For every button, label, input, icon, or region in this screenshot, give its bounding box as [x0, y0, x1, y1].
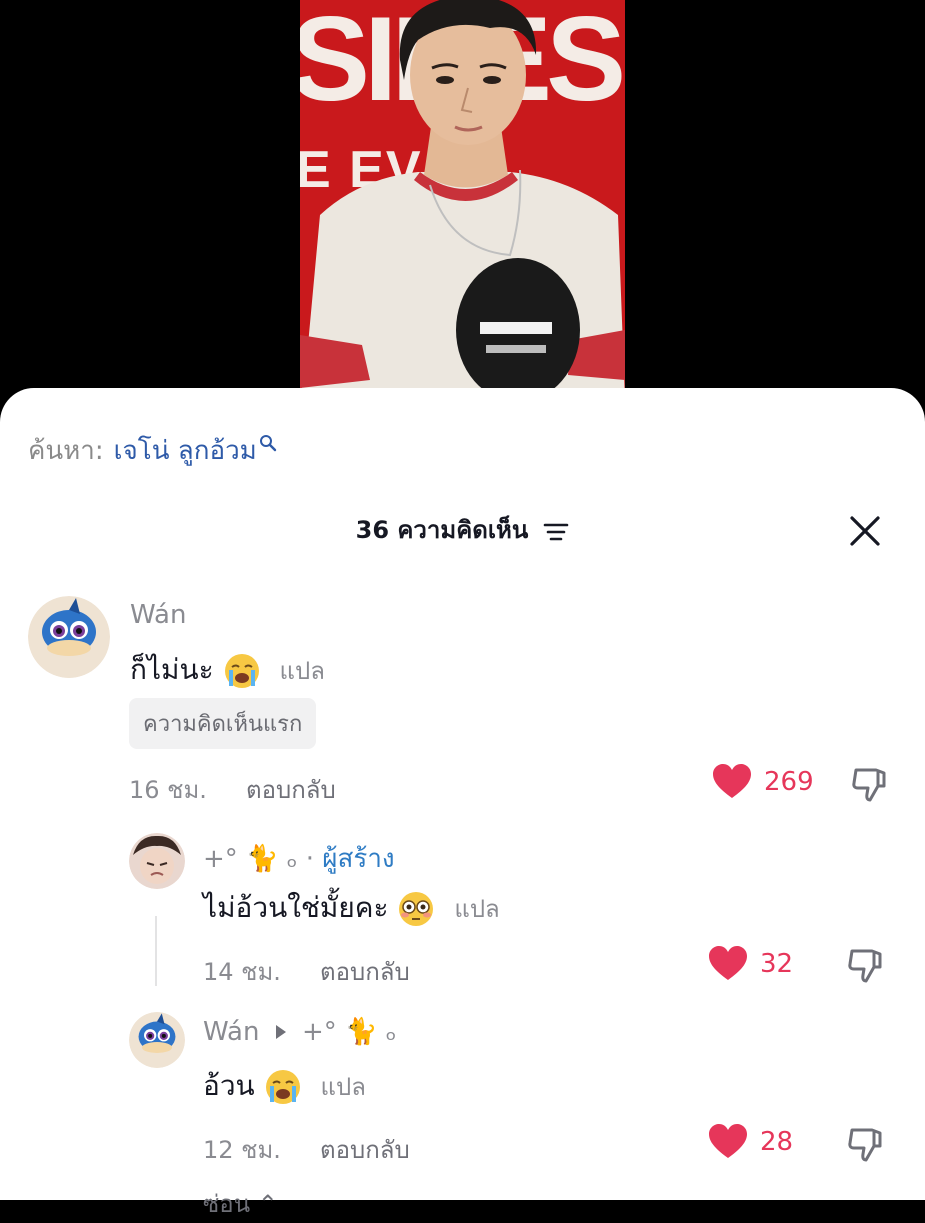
reply-text-row: ไม่อ้วนใช่มั้ยคะ แปล: [203, 886, 500, 930]
reply-timestamp: 14 ชม.: [203, 958, 281, 986]
reply-username-row: Wán +° 🐈 ₒ: [203, 1017, 396, 1047]
separator-dot: ·: [305, 844, 314, 874]
flushed-face-icon: [399, 892, 434, 926]
translate-link[interactable]: แปล: [454, 895, 499, 923]
heart-icon: [713, 764, 751, 798]
reply-username[interactable]: +° 🐈 ₒ: [203, 844, 297, 874]
thumbs-down-icon[interactable]: [846, 945, 886, 985]
reply-arrow-icon: [275, 1025, 286, 1039]
search-suggestion[interactable]: ค้นหา: เจโน่ ลูกอ้วม: [28, 430, 277, 471]
crying-face-icon: [265, 1070, 300, 1104]
heart-icon: [709, 946, 747, 980]
hide-replies-button[interactable]: ซ่อน ⌃: [203, 1184, 278, 1223]
reply-text: ไม่อ้วนใช่มั้ยคะ: [203, 891, 389, 924]
video-thumbnail: SIDES E EV: [300, 0, 625, 400]
heart-icon: [709, 1124, 747, 1158]
translate-link[interactable]: แปล: [279, 657, 324, 685]
close-icon[interactable]: [848, 514, 882, 548]
reply-to-username[interactable]: +° 🐈 ₒ: [302, 1017, 396, 1047]
like-button[interactable]: 32: [708, 946, 793, 982]
comment-text-row: ก็ไม่นะ แปล: [130, 648, 325, 692]
search-term-link[interactable]: เจโน่ ลูกอ้วม: [114, 430, 257, 471]
sort-filter-icon[interactable]: [543, 521, 569, 543]
like-count: 269: [764, 767, 814, 797]
comment-count: 36 ความคิดเห็น: [355, 516, 529, 544]
thumbs-down-icon[interactable]: [846, 1124, 886, 1164]
comments-sheet: ค้นหา: เจโน่ ลูกอ้วม 36 ความคิดเห็น Wán: [0, 388, 925, 1218]
reply-timestamp: 12 ชม.: [203, 1136, 281, 1164]
comment-username[interactable]: Wán: [130, 600, 186, 630]
avatar[interactable]: [129, 1012, 185, 1068]
like-button[interactable]: 269: [712, 764, 814, 800]
crying-face-icon: [224, 654, 259, 688]
translate-link[interactable]: แปล: [321, 1073, 366, 1101]
like-count: 28: [760, 1127, 794, 1157]
reply-button[interactable]: ตอบกลับ: [320, 952, 410, 991]
first-comment-badge: ความคิดเห็นแรก: [129, 698, 317, 749]
reply-text-row: อ้วน แปล: [203, 1064, 366, 1108]
reply-button[interactable]: ตอบกลับ: [320, 1130, 410, 1169]
video-player[interactable]: SIDES E EV: [0, 0, 925, 400]
thread-line: [155, 916, 157, 986]
person-image: [300, 0, 625, 400]
avatar[interactable]: [129, 833, 185, 889]
comment-text: ก็ไม่นะ: [130, 653, 214, 686]
reply-button[interactable]: ตอบกลับ: [246, 770, 336, 809]
reply-username[interactable]: Wán: [203, 1017, 259, 1047]
like-count: 32: [760, 949, 794, 979]
avatar[interactable]: [28, 596, 110, 678]
comments-header: 36 ความคิดเห็น: [0, 510, 925, 549]
search-prefix: ค้นหา:: [28, 436, 104, 466]
comment-timestamp: 16 ชม.: [129, 776, 207, 804]
like-button[interactable]: 28: [708, 1124, 793, 1160]
search-icon: [259, 434, 277, 451]
thumbs-down-icon[interactable]: [850, 764, 890, 804]
creator-label: ผู้สร้าง: [322, 844, 395, 874]
reply-text: อ้วน: [203, 1069, 255, 1102]
reply-username-row: +° 🐈 ₒ · ผู้สร้าง: [203, 838, 395, 879]
